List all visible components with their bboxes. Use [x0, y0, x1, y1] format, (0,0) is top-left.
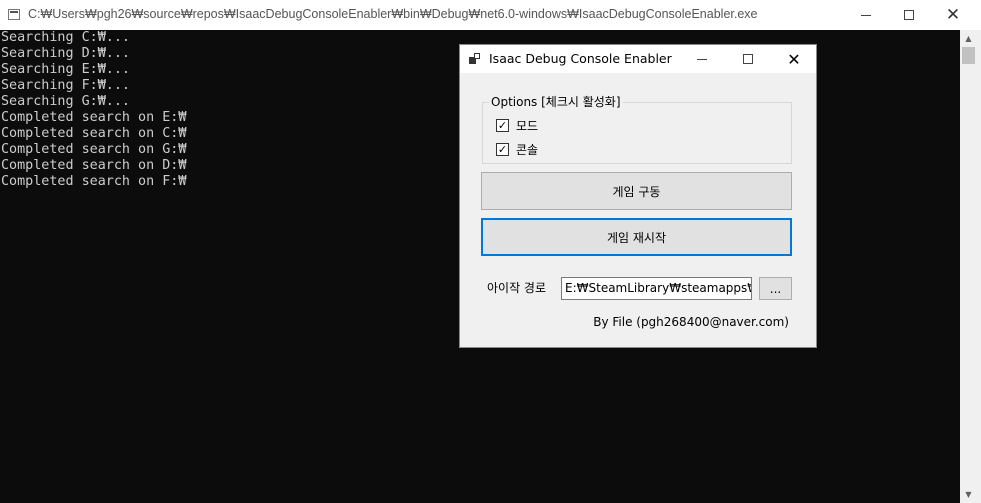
scroll-up-arrow-icon[interactable]: ▲ — [960, 30, 977, 47]
dialog-close-button[interactable]: ✕ — [771, 45, 817, 73]
console-line: Searching D:₩... — [1, 46, 130, 61]
console-line: Completed search on F:₩ — [1, 174, 187, 189]
checkbox-checked-icon[interactable]: ✓ — [496, 119, 509, 132]
options-group-legend: Options [체크시 활성화] — [489, 93, 623, 110]
browse-button[interactable]: ... — [759, 277, 792, 300]
maximize-icon — [743, 54, 753, 64]
dialog-titlebar: Isaac Debug Console Enabler ✕ — [460, 45, 816, 73]
console-checkbox[interactable]: ✓ 콘솔 — [496, 141, 538, 158]
scroll-down-arrow-icon[interactable]: ▼ — [960, 486, 977, 503]
close-icon: ✕ — [787, 49, 801, 69]
console-window-title: C:₩Users₩pgh26₩source₩repos₩IsaacDebugCo… — [28, 7, 758, 21]
console-close-button[interactable]: ✕ — [930, 0, 976, 30]
credit-text: By File (pgh268400@naver.com) — [593, 315, 789, 329]
enabler-dialog: Isaac Debug Console Enabler ✕ Options [체… — [459, 44, 817, 348]
minimize-icon — [697, 58, 707, 60]
console-line: Completed search on D:₩ — [1, 158, 187, 173]
isaac-path-label: 아이작 경로 — [487, 281, 547, 295]
mod-checkbox[interactable]: ✓ 모드 — [496, 117, 538, 134]
dialog-title: Isaac Debug Console Enabler — [489, 51, 672, 66]
console-line: Completed search on C:₩ — [1, 126, 187, 141]
minimize-icon — [861, 14, 871, 16]
dialog-maximize-button[interactable] — [725, 45, 771, 73]
maximize-icon — [904, 10, 914, 20]
console-line: Searching G:₩... — [1, 94, 130, 109]
console-app-icon — [8, 9, 20, 20]
console-titlebar: C:₩Users₩pgh26₩source₩repos₩IsaacDebugCo… — [0, 0, 981, 30]
dialog-app-icon — [469, 53, 481, 65]
console-maximize-button[interactable] — [886, 0, 932, 30]
console-line: Searching C:₩... — [1, 30, 130, 45]
start-game-button[interactable]: 게임 구동 — [481, 172, 792, 210]
console-line: Completed search on E:₩ — [1, 110, 187, 125]
console-line: Completed search on G:₩ — [1, 142, 187, 157]
console-checkbox-label[interactable]: 콘솔 — [516, 141, 538, 158]
isaac-path-input[interactable]: E:₩SteamLibrary₩steamapps₩com — [561, 277, 752, 300]
console-scrollbar[interactable]: ▲ ▼ — [960, 30, 981, 503]
mod-checkbox-label[interactable]: 모드 — [516, 117, 538, 134]
restart-game-button[interactable]: 게임 재시작 — [481, 218, 792, 256]
console-line: Searching E:₩... — [1, 62, 130, 77]
dialog-minimize-button[interactable] — [679, 45, 725, 73]
console-minimize-button[interactable] — [843, 0, 889, 30]
console-line: Searching F:₩... — [1, 78, 130, 93]
checkbox-checked-icon[interactable]: ✓ — [496, 143, 509, 156]
close-icon: ✕ — [945, 5, 961, 25]
scrollbar-thumb[interactable] — [962, 47, 975, 64]
